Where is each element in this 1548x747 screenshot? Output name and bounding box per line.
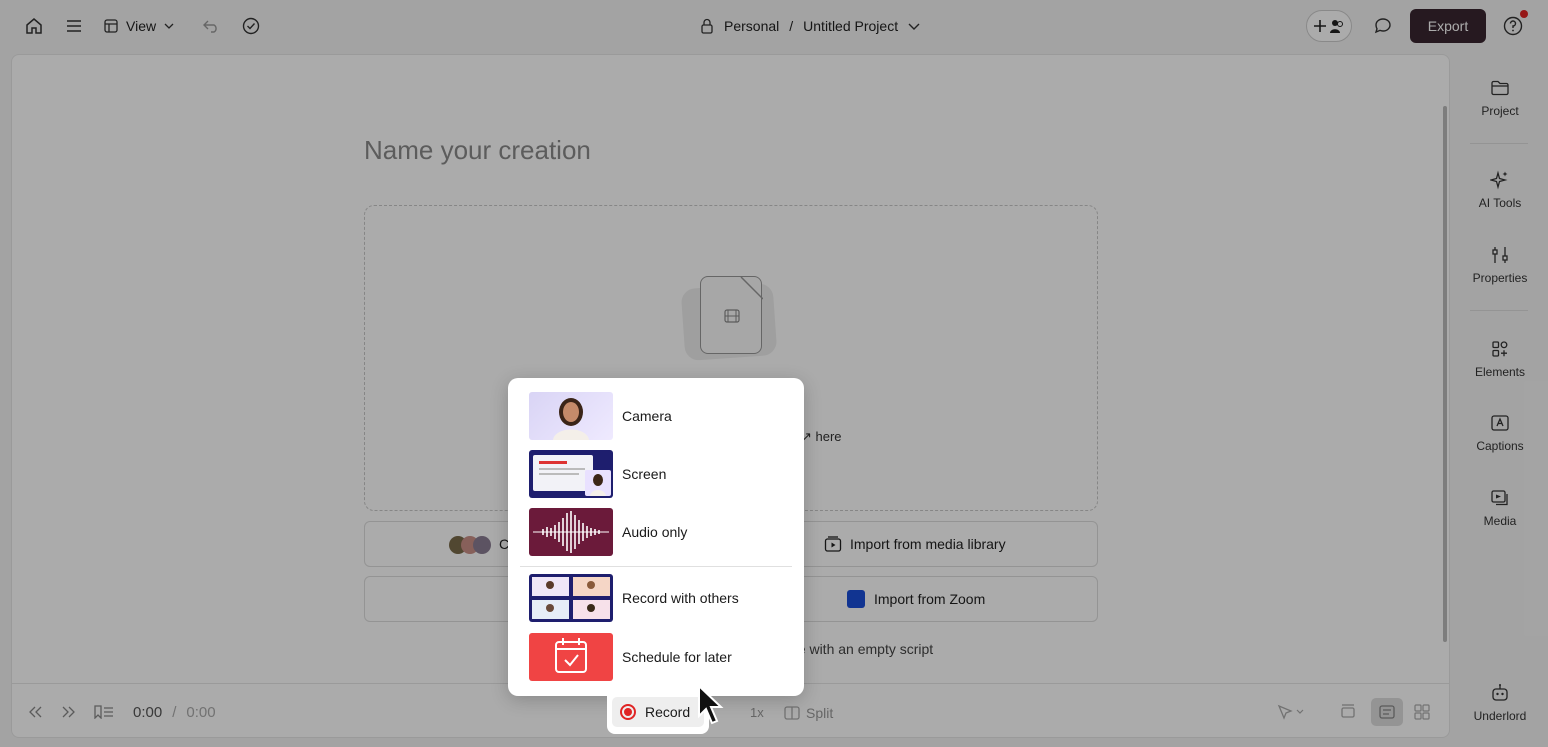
export-button[interactable]: Export <box>1410 9 1486 43</box>
clip-view-icon[interactable] <box>1340 704 1356 720</box>
time-display: 0:00 / 0:00 <box>133 704 216 721</box>
vertical-scrollbar[interactable] <box>1443 106 1447 642</box>
record-with-others-label: Record with others <box>622 590 739 606</box>
media-library-icon <box>824 536 842 552</box>
zoom-logo-icon <box>847 590 865 608</box>
sliders-icon <box>1492 247 1508 263</box>
import-zoom-label: Import from Zoom <box>874 591 986 607</box>
screen-thumbnail <box>529 450 613 498</box>
media-icon <box>1491 490 1508 506</box>
top-toolbar: View Personal / Untitled Project Export <box>0 0 1548 53</box>
notification-dot <box>1520 10 1528 18</box>
sidebar-item-captions[interactable]: Captions <box>1452 413 1548 453</box>
menu-item-record-with-others[interactable]: Record with others <box>529 574 785 622</box>
split-button[interactable]: Split <box>784 705 833 721</box>
menu-icon[interactable] <box>62 14 86 38</box>
skip-back-icon[interactable] <box>27 706 43 718</box>
screen-label: Screen <box>622 466 667 482</box>
folder-icon <box>1491 80 1509 96</box>
playback-speed[interactable]: 1x <box>750 705 764 720</box>
invite-collaborator-button[interactable] <box>1306 10 1352 42</box>
plus-icon <box>1314 20 1326 32</box>
sparkle-icon <box>1490 170 1508 190</box>
sidebar-item-elements[interactable]: Elements <box>1452 339 1548 379</box>
sidebar-divider <box>1470 310 1528 311</box>
layout-icon <box>104 19 118 33</box>
split-icon <box>784 706 800 720</box>
shapes-icon <box>1492 341 1508 357</box>
audio-waveform-thumbnail <box>529 508 613 556</box>
undo-icon[interactable] <box>199 14 223 38</box>
schedule-for-later-label: Schedule for later <box>622 649 732 665</box>
camera-label: Camera <box>622 408 672 424</box>
pointer-tool-icon[interactable] <box>1277 704 1305 720</box>
menu-item-screen[interactable]: Screen <box>529 450 785 498</box>
sidebar-item-project[interactable]: Project <box>1452 78 1548 118</box>
video-file-icon <box>700 276 764 354</box>
sidebar-item-ai-tools[interactable]: AI Tools <box>1452 170 1548 210</box>
schedule-calendar-thumbnail <box>529 633 613 681</box>
project-breadcrumb[interactable]: Personal / Untitled Project <box>700 14 920 38</box>
sidebar-item-underlord[interactable]: Underlord <box>1452 683 1548 723</box>
robot-icon <box>1492 684 1508 701</box>
view-label: View <box>126 18 157 34</box>
skip-forward-icon[interactable] <box>61 706 77 718</box>
project-name-input[interactable]: Name your creation <box>364 135 591 166</box>
script-view-icon[interactable] <box>1371 698 1403 726</box>
lock-icon <box>701 18 713 34</box>
menu-divider <box>520 566 792 567</box>
view-menu-button[interactable]: View <box>104 14 174 38</box>
project-title: Untitled Project <box>803 18 899 34</box>
right-sidebar: Project AI Tools Properties Elements Cap… <box>1452 54 1548 747</box>
sidebar-item-media[interactable]: Media <box>1452 488 1548 528</box>
chevron-down-icon <box>164 23 174 29</box>
grid-view-icon[interactable] <box>1414 704 1430 720</box>
menu-item-camera[interactable]: Camera <box>529 392 785 440</box>
workspace-name: Personal <box>724 18 780 34</box>
menu-item-audio-only[interactable]: Audio only <box>529 508 785 556</box>
chevron-down-icon <box>908 23 920 30</box>
saved-check-icon[interactable] <box>239 14 263 38</box>
record-label: Record <box>645 704 691 720</box>
captions-icon <box>1491 415 1509 431</box>
avatar-group <box>449 536 491 554</box>
drop-hint-text: ↗ here <box>801 429 842 444</box>
empty-script-link[interactable]: ue with an empty script <box>790 641 933 657</box>
home-icon[interactable] <box>22 14 46 38</box>
comment-icon[interactable] <box>1371 14 1395 38</box>
audio-only-label: Audio only <box>622 524 688 540</box>
record-dot-icon <box>620 704 636 720</box>
camera-thumbnail <box>529 392 613 440</box>
sidebar-divider <box>1470 143 1528 144</box>
mouse-cursor-icon <box>698 684 724 725</box>
sidebar-item-properties[interactable]: Properties <box>1452 245 1548 285</box>
record-with-others-thumbnail <box>529 574 613 622</box>
record-options-menu: Camera Screen Audio only Record with oth… <box>508 378 804 696</box>
record-button[interactable]: Record <box>620 704 690 720</box>
menu-item-schedule-for-later[interactable]: Schedule for later <box>529 633 785 681</box>
breadcrumb-separator: / <box>789 18 794 34</box>
import-media-label: Import from media library <box>850 536 1006 552</box>
bookmark-list-icon[interactable] <box>94 705 114 719</box>
people-icon <box>1330 20 1343 33</box>
